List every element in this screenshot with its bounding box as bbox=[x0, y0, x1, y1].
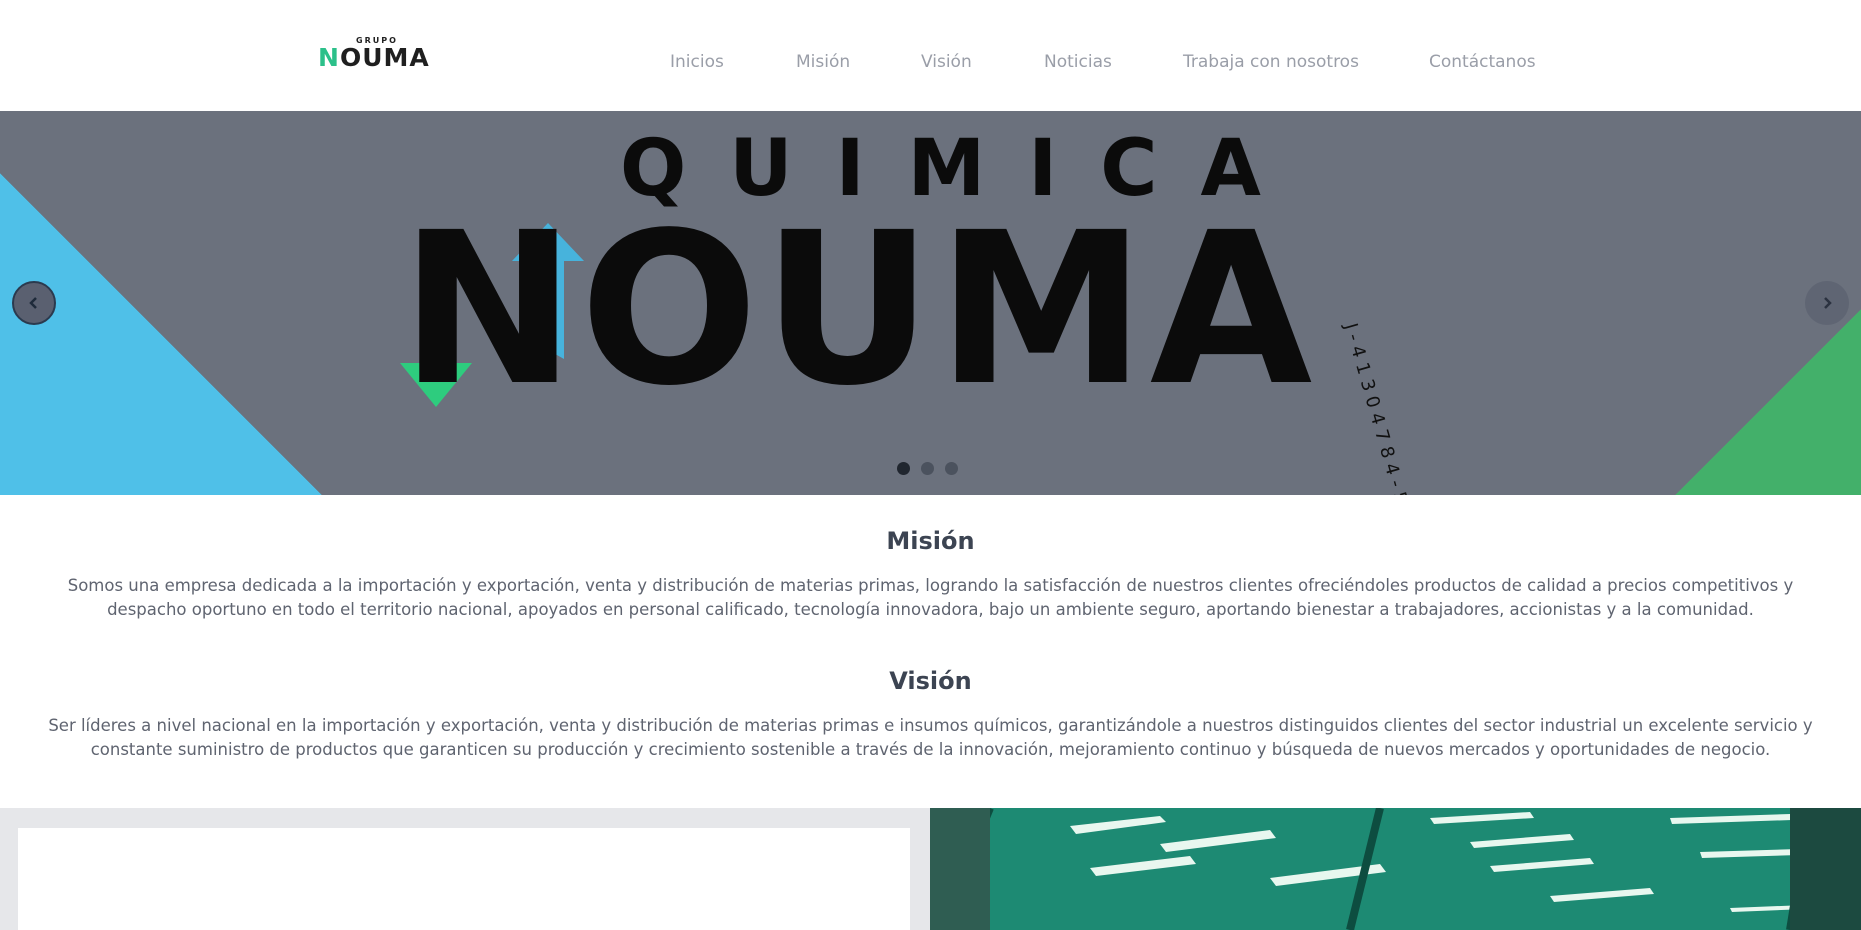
site-header: GRUPO NOUMA Inicios Misión Visión Notici… bbox=[0, 0, 1861, 111]
carousel-dot-3[interactable] bbox=[945, 462, 958, 475]
nav-item-trabaja[interactable]: Trabaja con nosotros bbox=[1183, 52, 1359, 72]
hero-rif: J-41304784-5 bbox=[1339, 321, 1414, 495]
nav-item-noticias[interactable]: Noticias bbox=[1044, 52, 1112, 72]
mision-text: Somos una empresa dedicada a la importac… bbox=[67, 576, 1794, 619]
nav-item-vision[interactable]: Visión bbox=[921, 52, 972, 72]
chevron-left-icon bbox=[29, 297, 37, 309]
mision-title: Misión bbox=[886, 527, 975, 555]
main-nav: Inicios Misión Visión Noticias Trabaja c… bbox=[0, 52, 1861, 76]
chevron-right-icon bbox=[1824, 297, 1832, 309]
carousel-prev-button[interactable] bbox=[12, 281, 56, 325]
hero-green-triangle bbox=[1675, 309, 1861, 495]
carousel-dot-1[interactable] bbox=[897, 462, 910, 475]
nav-item-contactanos[interactable]: Contáctanos bbox=[1429, 52, 1536, 72]
vision-text: Ser líderes a nivel nacional en la impor… bbox=[48, 716, 1813, 759]
hero-brand-word: NOUMA bbox=[400, 187, 1317, 432]
bottom-card bbox=[18, 828, 910, 930]
nav-item-inicios[interactable]: Inicios bbox=[670, 52, 724, 72]
carousel-dot-2[interactable] bbox=[921, 462, 934, 475]
warehouse-image bbox=[930, 808, 1861, 930]
nav-item-mision[interactable]: Misión bbox=[796, 52, 850, 72]
bottom-left-panel bbox=[0, 808, 930, 930]
carousel-next-button[interactable] bbox=[1805, 281, 1849, 325]
hero-carousel: QUIMICA NOUMA J-41304784-5 bbox=[0, 111, 1861, 495]
hero-blue-triangle bbox=[0, 173, 322, 495]
vision-title: Visión bbox=[889, 667, 972, 695]
warehouse-roof-image bbox=[930, 808, 1861, 930]
